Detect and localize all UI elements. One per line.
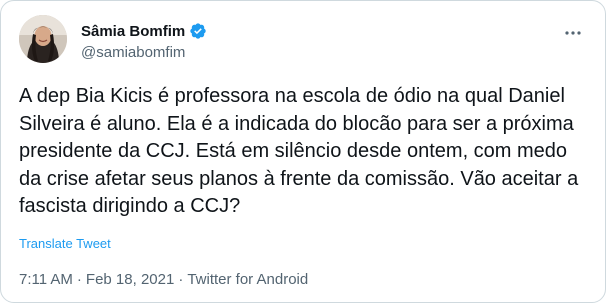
meta-separator: · [178, 271, 184, 288]
more-options-button[interactable] [561, 23, 585, 43]
tweet-time[interactable]: 7:11 AM [19, 271, 73, 288]
author-display-name[interactable]: Sâmia Bomfim [81, 23, 185, 40]
author-names: Sâmia Bomfim @samiabomfim [81, 21, 207, 61]
more-options-icon [565, 31, 581, 35]
avatar[interactable] [19, 15, 67, 63]
tweet-metadata: 7:11 AM · Feb 18, 2021 · Twitter for And… [19, 271, 308, 288]
tweet-text: A dep Bia Kicis é professora na escola d… [19, 85, 579, 217]
name-row: Sâmia Bomfim [81, 21, 207, 41]
tweet-card: Sâmia Bomfim @samiabomfim A dep Bia Kici… [0, 0, 606, 303]
avatar-photo-icon [19, 15, 67, 63]
tweet-source[interactable]: Twitter for Android [187, 271, 308, 288]
tweet-header: Sâmia Bomfim @samiabomfim [19, 15, 591, 67]
verified-badge-icon [189, 22, 207, 40]
author-handle[interactable]: @samiabomfim [81, 44, 207, 61]
meta-separator: · [76, 271, 82, 288]
translate-tweet-link[interactable]: Translate Tweet [19, 236, 111, 251]
tweet-date[interactable]: Feb 18, 2021 [86, 271, 174, 288]
